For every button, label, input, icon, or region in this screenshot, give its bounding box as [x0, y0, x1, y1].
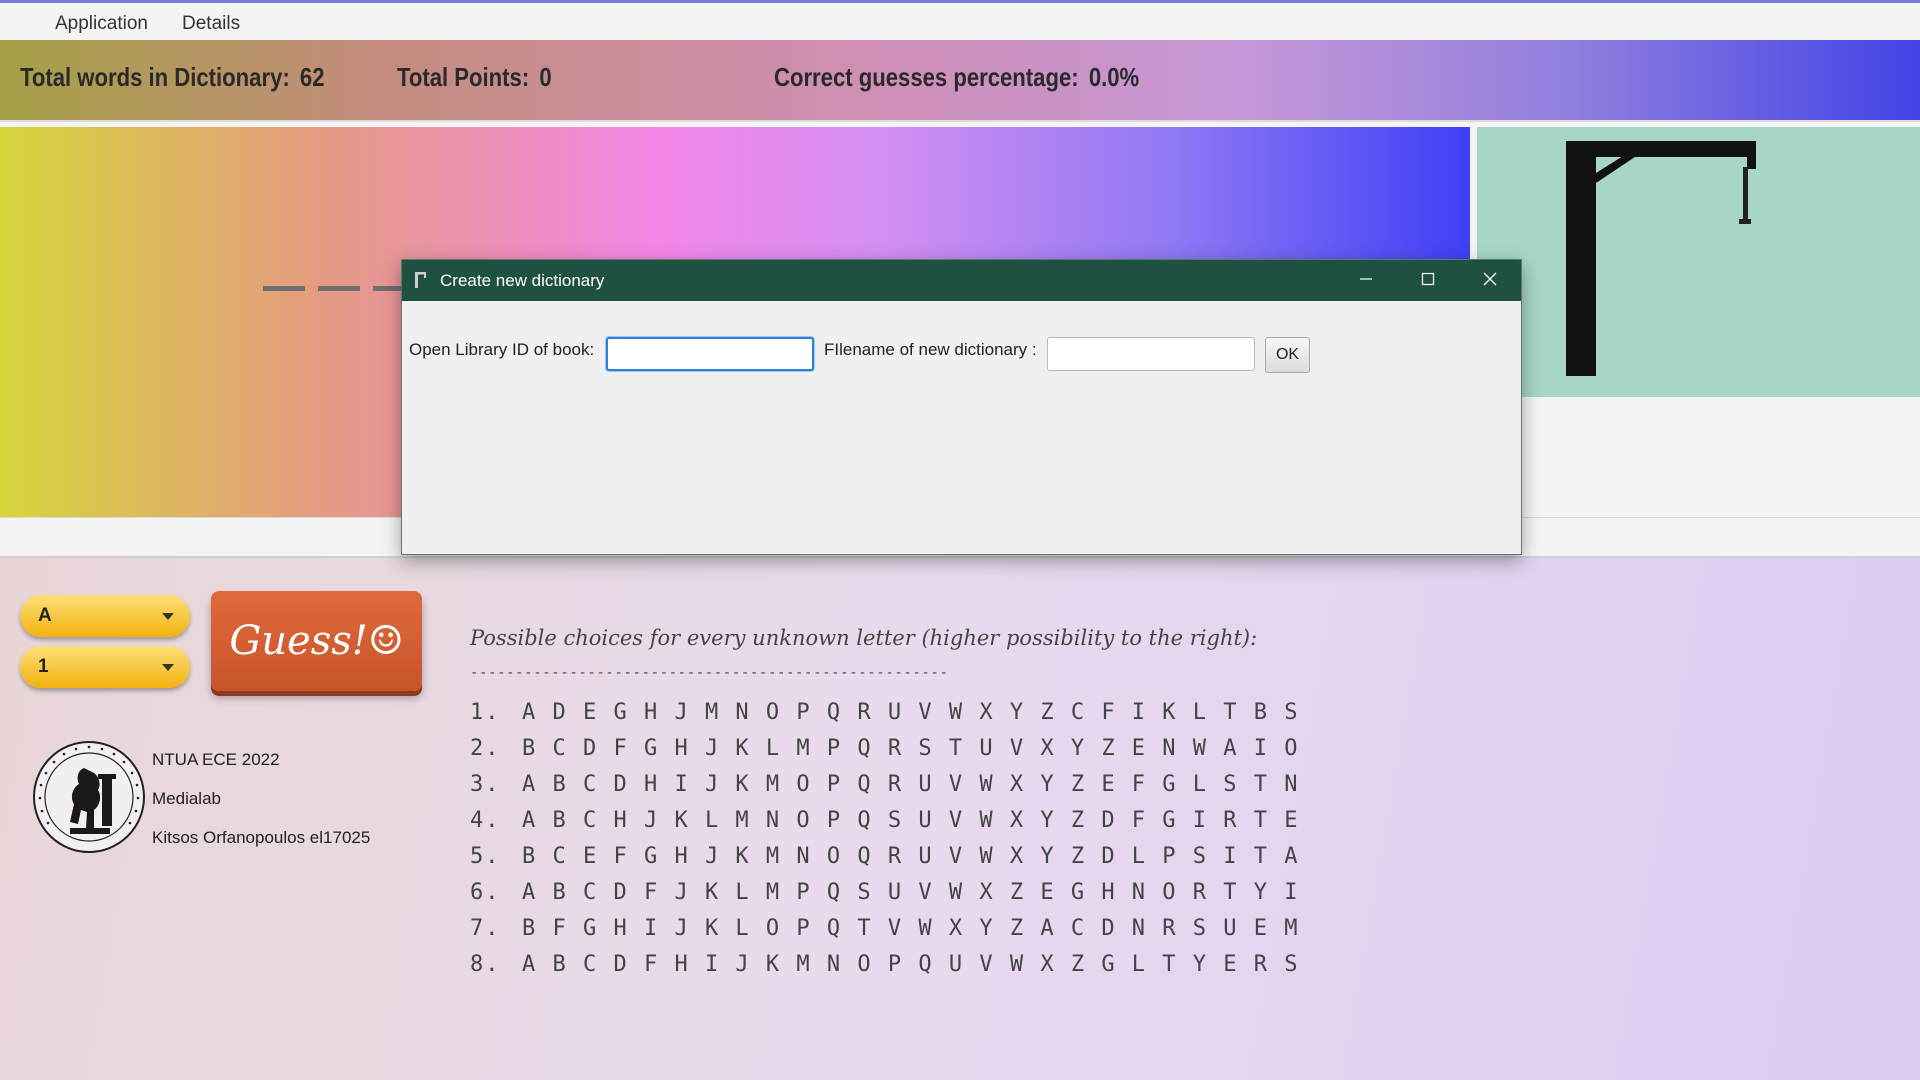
choice-row: 8. A B C D F H I J K M N O P Q U V W X Z … — [470, 952, 1300, 977]
credits-line-1: NTUA ECE 2022 — [152, 750, 280, 769]
choice-row-letters: A D E G H J M N O P Q R U V W X Y Z C F … — [522, 700, 1300, 725]
percentage-label: Correct guesses percentage: — [774, 62, 1079, 92]
choice-row-number: 5. — [470, 844, 501, 869]
choice-row-number: 1. — [470, 700, 501, 725]
choice-row: 6. A B C D F J K L M P Q S U V W X Z E G … — [470, 880, 1300, 905]
choice-row-number: 7. — [470, 916, 501, 941]
percentage-stat: Correct guesses percentage: 0.0% — [774, 62, 1139, 93]
gallows-image — [1566, 141, 1756, 376]
letter-combobox-value: A — [38, 605, 52, 626]
dialog-title: Create new dictionary — [440, 271, 605, 290]
total-points-stat: Total Points: 0 — [397, 62, 552, 93]
menu-details[interactable]: Details — [182, 13, 240, 35]
menu-application[interactable]: Application — [55, 13, 148, 35]
dialog-titlebar[interactable]: Create new dictionary — [402, 260, 1521, 301]
choices-title: Possible choices for every unknown lette… — [470, 626, 1258, 650]
guess-button[interactable]: Guess!☺ — [211, 591, 422, 691]
choice-row-letters: A B C D F J K L M P Q S U V W X Z E G H … — [522, 880, 1300, 905]
position-combobox[interactable]: 1 — [20, 646, 190, 688]
choice-row: 4. A B C H J K L M N O P Q S U V W X Y Z … — [470, 808, 1300, 833]
choice-row-number: 8. — [470, 952, 501, 977]
chevron-down-icon — [162, 613, 174, 620]
letter-dash — [263, 286, 305, 291]
gallows-footer — [1477, 397, 1920, 517]
letter-dash — [318, 286, 360, 291]
gallows-panel — [1477, 127, 1920, 397]
choice-row-number: 3. — [470, 772, 501, 797]
credits-line-2: Medialab — [152, 789, 221, 808]
total-words-value: 62 — [299, 62, 325, 92]
stats-bar: Total words in Dictionary: 62 Total Point… — [0, 40, 1920, 122]
close-icon — [1483, 272, 1497, 286]
choice-row: 7. B F G H I J K L O P Q T V W X Y Z A C … — [470, 916, 1300, 941]
filename-input[interactable] — [1047, 337, 1255, 371]
total-words-stat: Total words in Dictionary: 62 — [20, 62, 325, 93]
choice-row: 3. A B C D H I J K M O P Q R U V W X Y Z … — [470, 772, 1300, 797]
letter-combobox[interactable]: A — [20, 595, 190, 637]
total-points-label: Total Points: — [397, 62, 530, 92]
choice-row-letters: B C D F G H J K L M P Q R S T U V X Y Z … — [522, 736, 1300, 761]
choice-row-number: 2. — [470, 736, 501, 761]
choice-row-letters: A B C H J K L M N O P Q S U V W X Y Z D … — [522, 808, 1300, 833]
choice-row-letters: A B C D H I J K M O P Q R U V W X Y Z E … — [522, 772, 1300, 797]
ok-button[interactable]: OK — [1265, 337, 1310, 373]
maximize-button[interactable] — [1397, 260, 1459, 301]
ntua-seal-logo — [33, 741, 145, 853]
create-dictionary-dialog: Create new dictionary Open Library ID of… — [401, 259, 1522, 555]
choice-row: 2. B C D F G H J K L M P Q R S T U V X Y … — [470, 736, 1300, 761]
choice-row: 5. B C E F G H J K M N O Q R U V W X Y Z … — [470, 844, 1300, 869]
maximize-icon — [1421, 272, 1435, 286]
total-words-label: Total words in Dictionary: — [20, 62, 290, 92]
app-icon — [415, 272, 426, 288]
choices-separator: ----------------------------------------… — [470, 665, 949, 681]
filename-label: FIlename of new dictionary : — [824, 340, 1037, 359]
position-combobox-value: 1 — [38, 656, 49, 677]
minimize-icon — [1360, 278, 1372, 280]
close-button[interactable] — [1459, 260, 1521, 301]
library-id-label: Open Library ID of book: — [409, 340, 595, 359]
choice-row-number: 6. — [470, 880, 501, 905]
total-points-value: 0 — [539, 62, 552, 92]
menu-bar: Application Details — [0, 0, 1920, 40]
choice-row-number: 4. — [470, 808, 501, 833]
credits-line-3: Kitsos Orfanopoulos el17025 — [152, 828, 371, 847]
minimize-button[interactable] — [1335, 260, 1397, 301]
choice-row-letters: A B C D F H I J K M N O P Q U V W X Z G … — [522, 952, 1300, 977]
choice-row-letters: B C E F G H J K M N O Q R U V W X Y Z D … — [522, 844, 1300, 869]
library-id-input[interactable] — [606, 337, 814, 371]
choice-row: 1. A D E G H J M N O P Q R U V W X Y Z C … — [470, 700, 1300, 725]
chevron-down-icon — [162, 664, 174, 671]
choice-row-letters: B F G H I J K L O P Q T V W X Y Z A C D … — [522, 916, 1300, 941]
percentage-value: 0.0% — [1088, 62, 1140, 92]
